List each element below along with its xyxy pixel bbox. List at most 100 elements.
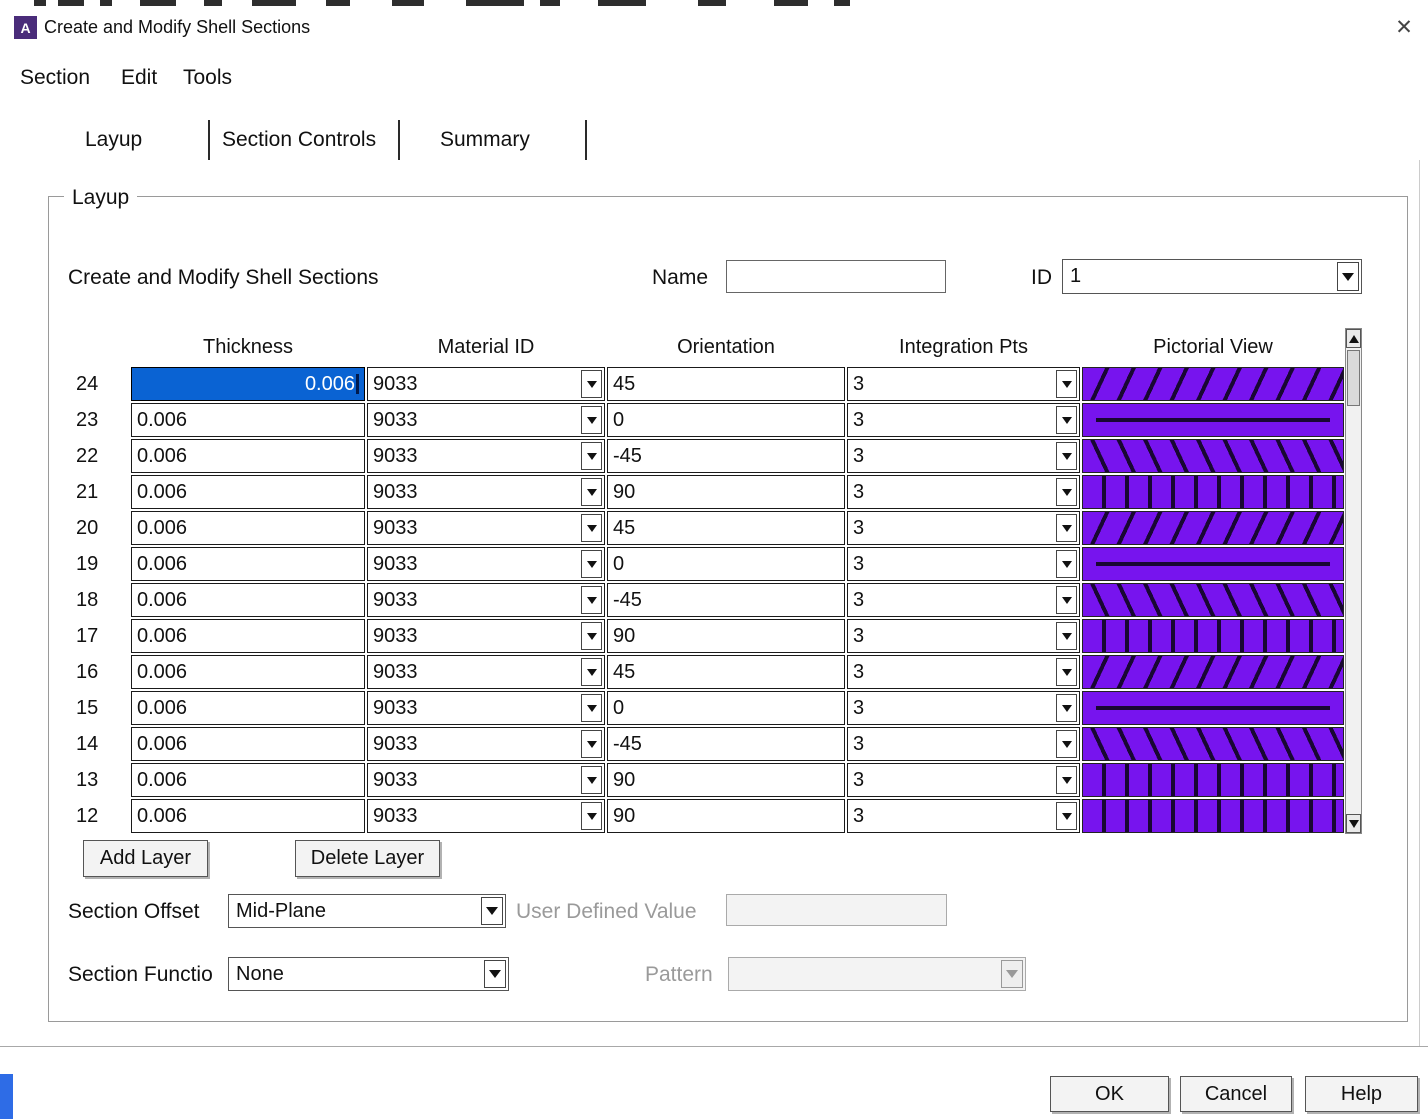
orientation-input[interactable]: 90 — [607, 619, 845, 653]
dropdown-arrow-icon[interactable] — [1056, 694, 1077, 722]
dropdown-arrow-icon[interactable] — [581, 658, 602, 686]
material-combo[interactable]: 9033 — [367, 691, 605, 725]
orientation-input[interactable]: 0 — [607, 403, 845, 437]
dropdown-arrow-icon[interactable] — [581, 514, 602, 542]
thickness-input[interactable]: 0.006 — [131, 655, 365, 689]
dropdown-arrow-icon[interactable] — [581, 370, 602, 398]
dropdown-arrow-icon[interactable] — [1056, 730, 1077, 758]
thickness-input[interactable]: 0.006 — [131, 547, 365, 581]
scroll-up-icon[interactable] — [1346, 329, 1361, 348]
menu-tools[interactable]: Tools — [183, 66, 232, 90]
thickness-input[interactable]: 0.006 — [131, 367, 365, 401]
dropdown-arrow-icon[interactable] — [1056, 550, 1077, 578]
orientation-input[interactable]: -45 — [607, 727, 845, 761]
orientation-input[interactable]: 45 — [607, 511, 845, 545]
integration-combo[interactable]: 3 — [847, 763, 1080, 797]
integration-combo[interactable]: 3 — [847, 799, 1080, 833]
orientation-input[interactable]: 0 — [607, 547, 845, 581]
orientation-input[interactable]: 45 — [607, 367, 845, 401]
dropdown-arrow-icon[interactable] — [581, 550, 602, 578]
integration-combo[interactable]: 3 — [847, 655, 1080, 689]
material-combo[interactable]: 9033 — [367, 583, 605, 617]
thickness-input[interactable]: 0.006 — [131, 619, 365, 653]
dropdown-arrow-icon[interactable] — [581, 586, 602, 614]
name-input[interactable] — [726, 260, 946, 293]
orientation-input[interactable]: 45 — [607, 655, 845, 689]
dropdown-arrow-icon[interactable] — [581, 622, 602, 650]
integration-combo[interactable]: 3 — [847, 403, 1080, 437]
delete-layer-button[interactable]: Delete Layer — [295, 840, 440, 877]
dropdown-arrow-icon[interactable] — [1056, 442, 1077, 470]
orientation-input[interactable]: -45 — [607, 583, 845, 617]
dropdown-arrow-icon[interactable] — [581, 730, 602, 758]
orientation-input[interactable]: 90 — [607, 475, 845, 509]
material-combo[interactable]: 9033 — [367, 763, 605, 797]
dropdown-arrow-icon[interactable] — [1056, 802, 1077, 830]
integration-combo[interactable]: 3 — [847, 475, 1080, 509]
dropdown-arrow-icon[interactable] — [1056, 406, 1077, 434]
integration-combo[interactable]: 3 — [847, 511, 1080, 545]
dropdown-arrow-icon[interactable] — [581, 694, 602, 722]
material-combo[interactable]: 9033 — [367, 799, 605, 833]
orientation-input[interactable]: 90 — [607, 763, 845, 797]
thickness-input[interactable]: 0.006 — [131, 763, 365, 797]
dropdown-arrow-icon[interactable] — [581, 406, 602, 434]
orientation-input[interactable]: 0 — [607, 691, 845, 725]
tab-layup[interactable]: Layup — [85, 128, 142, 152]
material-combo[interactable]: 9033 — [367, 403, 605, 437]
id-combo[interactable]: 1 — [1062, 259, 1362, 294]
add-layer-button[interactable]: Add Layer — [83, 840, 208, 877]
integration-combo[interactable]: 3 — [847, 619, 1080, 653]
dropdown-arrow-icon[interactable] — [581, 802, 602, 830]
integration-combo[interactable]: 3 — [847, 691, 1080, 725]
thickness-input[interactable]: 0.006 — [131, 727, 365, 761]
thickness-input[interactable]: 0.006 — [131, 439, 365, 473]
thickness-input[interactable]: 0.006 — [131, 403, 365, 437]
orientation-input[interactable]: -45 — [607, 439, 845, 473]
dropdown-arrow-icon[interactable] — [581, 766, 602, 794]
integration-combo[interactable]: 3 — [847, 547, 1080, 581]
dropdown-arrow-icon[interactable] — [1056, 622, 1077, 650]
material-combo[interactable]: 9033 — [367, 475, 605, 509]
section-function-combo[interactable]: None — [228, 957, 509, 991]
dropdown-arrow-icon[interactable] — [1337, 262, 1359, 291]
ok-button[interactable]: OK — [1050, 1076, 1169, 1112]
material-combo[interactable]: 9033 — [367, 547, 605, 581]
thickness-input[interactable]: 0.006 — [131, 475, 365, 509]
dropdown-arrow-icon[interactable] — [1056, 586, 1077, 614]
material-combo[interactable]: 9033 — [367, 367, 605, 401]
material-combo[interactable]: 9033 — [367, 619, 605, 653]
tab-section-controls[interactable]: Section Controls — [222, 128, 376, 152]
menu-section[interactable]: Section — [20, 66, 90, 90]
material-combo[interactable]: 9033 — [367, 655, 605, 689]
dropdown-arrow-icon[interactable] — [581, 478, 602, 506]
scroll-down-icon[interactable] — [1346, 814, 1361, 833]
integration-combo[interactable]: 3 — [847, 583, 1080, 617]
help-button[interactable]: Help — [1305, 1076, 1418, 1112]
dropdown-arrow-icon[interactable] — [1056, 370, 1077, 398]
material-combo[interactable]: 9033 — [367, 727, 605, 761]
dropdown-arrow-icon[interactable] — [484, 960, 506, 988]
integration-combo[interactable]: 3 — [847, 367, 1080, 401]
scrollbar-thumb[interactable] — [1347, 350, 1360, 406]
integration-combo[interactable]: 3 — [847, 439, 1080, 473]
dropdown-arrow-icon[interactable] — [1056, 658, 1077, 686]
section-offset-combo[interactable]: Mid-Plane — [228, 894, 506, 928]
thickness-input[interactable]: 0.006 — [131, 691, 365, 725]
menu-edit[interactable]: Edit — [121, 66, 157, 90]
orientation-input[interactable]: 90 — [607, 799, 845, 833]
dropdown-arrow-icon[interactable] — [1056, 766, 1077, 794]
thickness-input[interactable]: 0.006 — [131, 799, 365, 833]
material-combo[interactable]: 9033 — [367, 439, 605, 473]
close-icon[interactable]: ✕ — [1388, 12, 1420, 42]
dropdown-arrow-icon[interactable] — [1056, 478, 1077, 506]
thickness-input[interactable]: 0.006 — [131, 511, 365, 545]
cancel-button[interactable]: Cancel — [1180, 1076, 1292, 1112]
thickness-input[interactable]: 0.006 — [131, 583, 365, 617]
dropdown-arrow-icon[interactable] — [481, 897, 503, 925]
material-combo[interactable]: 9033 — [367, 511, 605, 545]
dropdown-arrow-icon[interactable] — [581, 442, 602, 470]
dropdown-arrow-icon[interactable] — [1056, 514, 1077, 542]
table-scrollbar[interactable] — [1345, 328, 1362, 834]
integration-combo[interactable]: 3 — [847, 727, 1080, 761]
